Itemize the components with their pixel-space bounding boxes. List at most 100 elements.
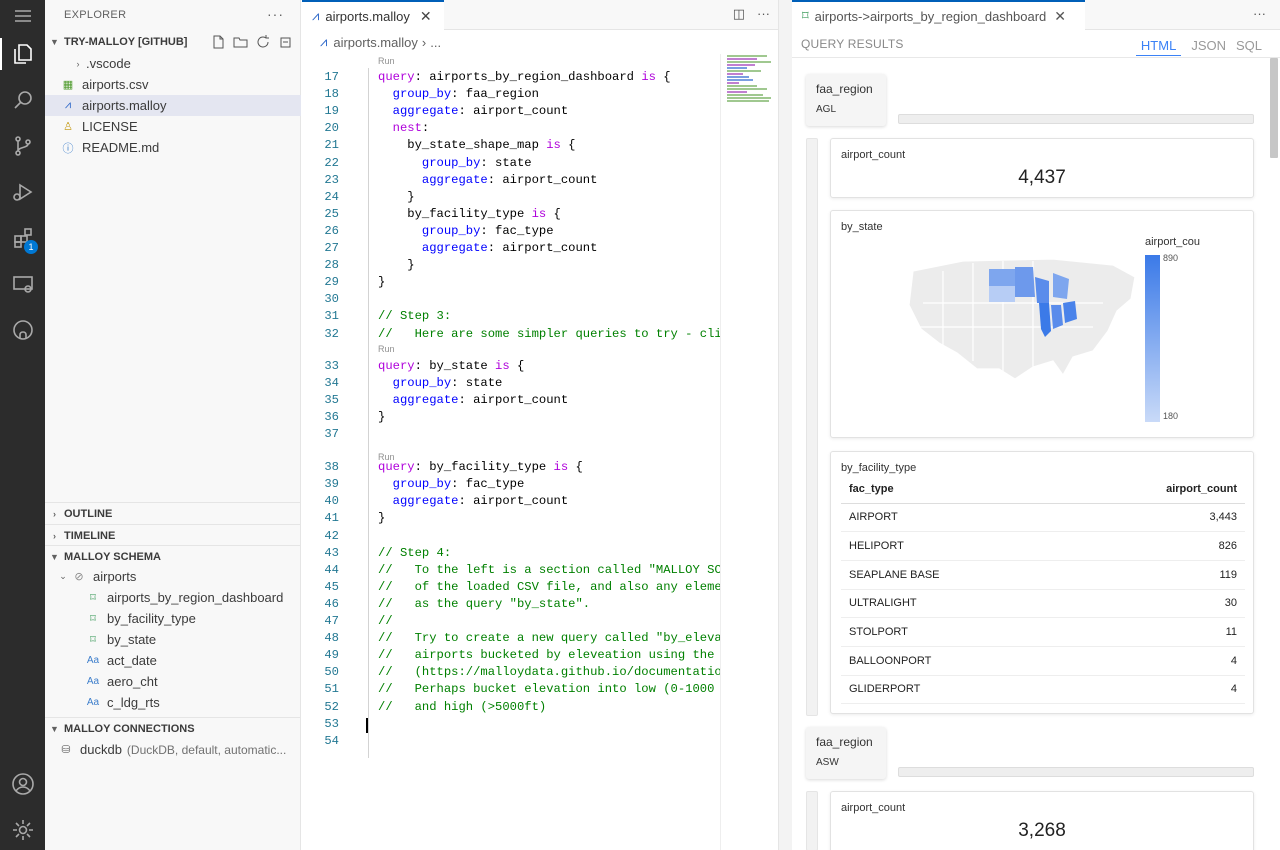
code-line[interactable]: aggregate: airport_count bbox=[378, 494, 569, 508]
code-line[interactable]: // Perhaps bucket elevation into low (0-… bbox=[378, 682, 720, 696]
column-header-fac-type[interactable]: fac_type bbox=[841, 475, 1064, 504]
code-line[interactable]: // bbox=[378, 614, 393, 628]
line-number: 47 bbox=[324, 614, 339, 628]
remote-explorer-icon[interactable] bbox=[0, 264, 45, 304]
file-item-airports-csv[interactable]: ▦ airports.csv bbox=[45, 74, 301, 95]
code-line[interactable]: } bbox=[378, 275, 385, 289]
file-item-license[interactable]: ♙ LICENSE bbox=[45, 116, 301, 137]
more-actions-icon[interactable]: ··· bbox=[267, 6, 284, 22]
malloy-schema-header[interactable]: ▼ MALLOY SCHEMA bbox=[45, 545, 301, 567]
explorer-icon[interactable] bbox=[0, 34, 45, 74]
code-line[interactable]: // as the query "by_state". bbox=[378, 597, 590, 611]
code-line[interactable]: // Step 3: bbox=[378, 309, 451, 323]
source-control-icon[interactable] bbox=[0, 126, 45, 166]
code-line[interactable]: // (https://malloydata.github.io/documen… bbox=[378, 665, 720, 679]
file-item-vscode[interactable]: › .vscode bbox=[45, 53, 301, 74]
code-line[interactable]: group_by: faa_region bbox=[378, 87, 539, 101]
chevron-down-icon: ▼ bbox=[50, 551, 59, 562]
code-line[interactable]: } bbox=[378, 410, 385, 424]
code-line[interactable]: // and high (>5000ft) bbox=[378, 700, 546, 714]
timeline-header[interactable]: › TIMELINE bbox=[45, 524, 301, 546]
code-line[interactable]: by_facility_type is { bbox=[378, 207, 561, 221]
minimap[interactable] bbox=[720, 54, 778, 850]
schema-item-field[interactable]: Aa c_ldg_rts bbox=[45, 692, 301, 713]
nest-rail bbox=[806, 138, 818, 716]
code-line[interactable]: aggregate: airport_count bbox=[378, 393, 569, 407]
collapse-all-icon[interactable] bbox=[277, 34, 293, 50]
new-file-icon[interactable] bbox=[211, 34, 227, 50]
mode-json[interactable]: JSON bbox=[1191, 38, 1226, 56]
code-line[interactable]: group_by: state bbox=[378, 156, 532, 170]
code-line[interactable]: // of the loaded CSV file, and also any … bbox=[378, 580, 720, 594]
table-row: ULTRALIGHT 30 bbox=[841, 589, 1245, 619]
menu-icon[interactable] bbox=[0, 0, 45, 36]
refresh-icon[interactable] bbox=[255, 34, 271, 50]
schema-item-query[interactable]: ⌑ by_state bbox=[45, 629, 301, 650]
panel-divider[interactable] bbox=[778, 0, 792, 850]
results-scrollbar[interactable] bbox=[1270, 58, 1278, 158]
code-line[interactable]: group_by: fac_type bbox=[378, 477, 525, 491]
account-icon[interactable] bbox=[0, 764, 45, 804]
code-line[interactable]: } bbox=[378, 511, 385, 525]
code-area[interactable]: Run 17 query: airports_by_region_dashboard… bbox=[302, 54, 720, 850]
schema-item-field[interactable]: Aa aero_cht bbox=[45, 671, 301, 692]
code-line[interactable]: aggregate: airport_count bbox=[378, 241, 598, 255]
tab-query-results[interactable]: ⌑ airports->airports_by_region_dashboard… bbox=[792, 0, 1085, 30]
code-line[interactable]: query: airports_by_region_dashboard is { bbox=[378, 70, 671, 84]
table-row: STOLPORT 11 bbox=[841, 617, 1245, 647]
github-icon[interactable] bbox=[0, 310, 45, 350]
code-line[interactable]: by_state_shape_map is { bbox=[378, 138, 575, 152]
field-icon: Aa bbox=[86, 697, 100, 708]
file-item-airports-malloy[interactable]: ⩘ airports.malloy bbox=[45, 95, 301, 116]
file-item-readme[interactable]: ⓘ README.md bbox=[45, 137, 301, 158]
run-codelens[interactable]: Run bbox=[378, 344, 395, 354]
schema-item-query[interactable]: ⌑ by_facility_type bbox=[45, 608, 301, 629]
legend-max: 890 bbox=[1163, 253, 1179, 263]
line-number: 22 bbox=[324, 155, 339, 170]
code-line[interactable]: nest: bbox=[378, 121, 430, 135]
close-icon[interactable]: ✕ bbox=[1054, 8, 1066, 25]
chevron-down-icon: ⌄ bbox=[59, 571, 67, 581]
connection-item[interactable]: ⛁ duckdb (DuckDB, default, automatic... bbox=[45, 739, 301, 760]
file-label: .vscode bbox=[86, 56, 131, 71]
code-line[interactable]: group_by: fac_type bbox=[378, 224, 554, 238]
code-line[interactable]: aggregate: airport_count bbox=[378, 173, 598, 187]
split-editor-icon[interactable]: ◫ bbox=[733, 6, 745, 22]
run-debug-icon[interactable] bbox=[0, 172, 45, 212]
table-row: SEAPLANE BASE 119 bbox=[841, 560, 1245, 590]
code-line[interactable]: } bbox=[378, 258, 414, 272]
outline-header[interactable]: › OUTLINE bbox=[45, 502, 301, 524]
schema-item-query[interactable]: ⌑ airports_by_region_dashboard bbox=[45, 587, 301, 608]
search-icon[interactable] bbox=[0, 80, 45, 120]
code-line[interactable]: // Step 4: bbox=[378, 546, 451, 560]
code-line[interactable]: group_by: state bbox=[378, 376, 503, 390]
code-line[interactable]: query: by_state is { bbox=[378, 359, 524, 373]
line-number: 28 bbox=[324, 258, 339, 273]
more-actions-icon[interactable]: ··· bbox=[757, 6, 770, 22]
new-folder-icon[interactable] bbox=[233, 34, 249, 50]
schema-item-field[interactable]: Aa act_date bbox=[45, 650, 301, 671]
breadcrumb-more[interactable]: ... bbox=[430, 35, 441, 50]
chevron-down-icon: ▼ bbox=[50, 37, 59, 47]
mode-sql[interactable]: SQL bbox=[1236, 38, 1262, 56]
run-codelens[interactable]: Run bbox=[378, 56, 395, 66]
extensions-icon[interactable]: 1 bbox=[0, 218, 45, 258]
breadcrumb-file[interactable]: airports.malloy bbox=[333, 35, 418, 50]
column-header-airport-count[interactable]: airport_count bbox=[1063, 475, 1245, 504]
us-state-map[interactable] bbox=[903, 251, 1153, 401]
settings-gear-icon[interactable] bbox=[0, 810, 45, 850]
code-line[interactable]: // Try to create a new query called "by_… bbox=[378, 631, 720, 645]
mode-html[interactable]: HTML bbox=[1135, 38, 1182, 56]
code-line[interactable]: query: by_facility_type is { bbox=[378, 460, 583, 474]
code-line[interactable]: } bbox=[378, 190, 414, 204]
code-line[interactable]: // airports bucketed by eleveation using… bbox=[378, 648, 720, 662]
workspace-header[interactable]: ▼ TRY-MALLOY [GITHUB] bbox=[45, 31, 301, 53]
tab-airports-malloy[interactable]: ⩘ airports.malloy ✕ bbox=[302, 0, 444, 30]
schema-source-airports[interactable]: ⌄ ⊘ airports bbox=[45, 566, 301, 587]
malloy-connections-header[interactable]: ▼ MALLOY CONNECTIONS bbox=[45, 717, 301, 739]
code-line[interactable]: aggregate: airport_count bbox=[378, 104, 569, 118]
close-icon[interactable]: ✕ bbox=[420, 8, 432, 25]
code-line[interactable]: // To the left is a section called "MALL… bbox=[378, 563, 720, 577]
more-actions-icon[interactable]: ··· bbox=[1253, 6, 1266, 21]
code-line[interactable]: // Here are some simpler queries to try … bbox=[378, 327, 720, 341]
